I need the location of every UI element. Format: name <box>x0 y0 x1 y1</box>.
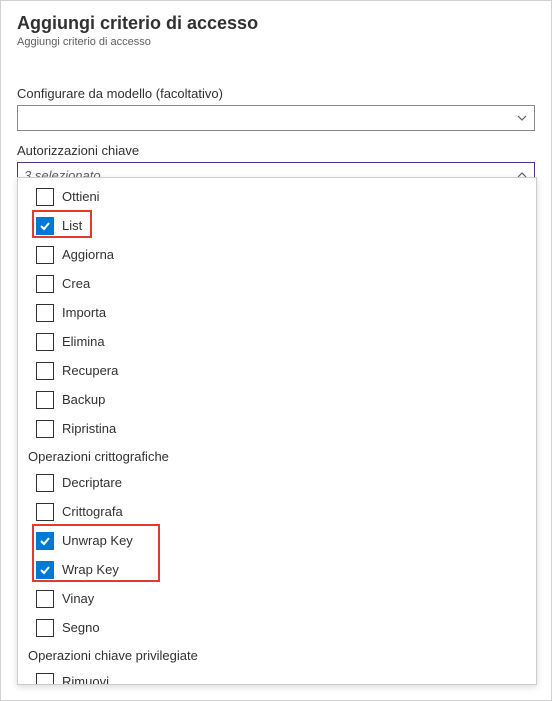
checkbox-unchecked-icon <box>36 275 54 293</box>
option-label: Aggiorna <box>62 247 114 262</box>
key-perms-label: Autorizzazioni chiave <box>17 143 535 158</box>
option-label: Elimina <box>62 334 105 349</box>
option-label: Ripristina <box>62 421 116 436</box>
option-ripristina[interactable]: Ripristina <box>18 414 536 443</box>
option-decriptare[interactable]: Decriptare <box>18 468 536 497</box>
option-label: Importa <box>62 305 106 320</box>
option-backup[interactable]: Backup <box>18 385 536 414</box>
template-field-label: Configurare da modello (facoltativo) <box>17 86 535 101</box>
checkbox-unchecked-icon <box>36 362 54 380</box>
checkbox-unchecked-icon <box>36 333 54 351</box>
checkbox-unchecked-icon <box>36 590 54 608</box>
group-crypto-label: Operazioni crittografiche <box>18 443 536 468</box>
page-title: Aggiungi criterio di accesso <box>17 13 535 34</box>
checkbox-unchecked-icon <box>36 304 54 322</box>
option-label: Segno <box>62 620 100 635</box>
option-crea[interactable]: Crea <box>18 269 536 298</box>
checkbox-unchecked-icon <box>36 188 54 206</box>
checkbox-checked-icon <box>36 217 54 235</box>
option-crittografa[interactable]: Crittografa <box>18 497 536 526</box>
checkbox-unchecked-icon <box>36 246 54 264</box>
template-field-section: Configurare da modello (facoltativo) <box>1 80 551 137</box>
option-segno[interactable]: Segno <box>18 613 536 642</box>
option-list[interactable]: List <box>18 211 536 240</box>
option-label: Crittografa <box>62 504 123 519</box>
option-vinay[interactable]: Vinay <box>18 584 536 613</box>
option-elimina[interactable]: Elimina <box>18 327 536 356</box>
option-label: Unwrap Key <box>62 533 133 548</box>
checkbox-unchecked-icon <box>36 619 54 637</box>
option-label: Decriptare <box>62 475 122 490</box>
option-label: Wrap Key <box>62 562 119 577</box>
group-privileged-label: Operazioni chiave privilegiate <box>18 642 536 667</box>
option-label: Backup <box>62 392 105 407</box>
option-label: Rimuovi <box>62 674 109 684</box>
dropdown-scroll[interactable]: Ottieni List Aggiorna Crea Importa Elimi… <box>18 178 536 684</box>
option-label: Vinay <box>62 591 94 606</box>
template-select[interactable] <box>17 105 535 131</box>
checkbox-unchecked-icon <box>36 474 54 492</box>
option-recupera[interactable]: Recupera <box>18 356 536 385</box>
checkbox-unchecked-icon <box>36 673 54 685</box>
option-unwrap-key[interactable]: Unwrap Key <box>18 526 536 555</box>
option-label: Crea <box>62 276 90 291</box>
option-aggiorna[interactable]: Aggiorna <box>18 240 536 269</box>
checkbox-checked-icon <box>36 561 54 579</box>
option-label: Recupera <box>62 363 118 378</box>
checkbox-unchecked-icon <box>36 420 54 438</box>
page-subtitle: Aggiungi criterio di accesso <box>17 36 535 48</box>
option-wrap-key[interactable]: Wrap Key <box>18 555 536 584</box>
option-importa[interactable]: Importa <box>18 298 536 327</box>
option-label: Ottieni <box>62 189 100 204</box>
key-perms-dropdown: Ottieni List Aggiorna Crea Importa Elimi… <box>17 177 537 685</box>
panel-header: Aggiungi criterio di accesso Aggiungi cr… <box>1 1 551 54</box>
option-rimuovi[interactable]: Rimuovi <box>18 667 536 684</box>
checkbox-unchecked-icon <box>36 391 54 409</box>
chevron-down-icon <box>516 112 528 124</box>
checkbox-checked-icon <box>36 532 54 550</box>
checkbox-unchecked-icon <box>36 503 54 521</box>
option-label: List <box>62 218 82 233</box>
option-ottieni[interactable]: Ottieni <box>18 182 536 211</box>
